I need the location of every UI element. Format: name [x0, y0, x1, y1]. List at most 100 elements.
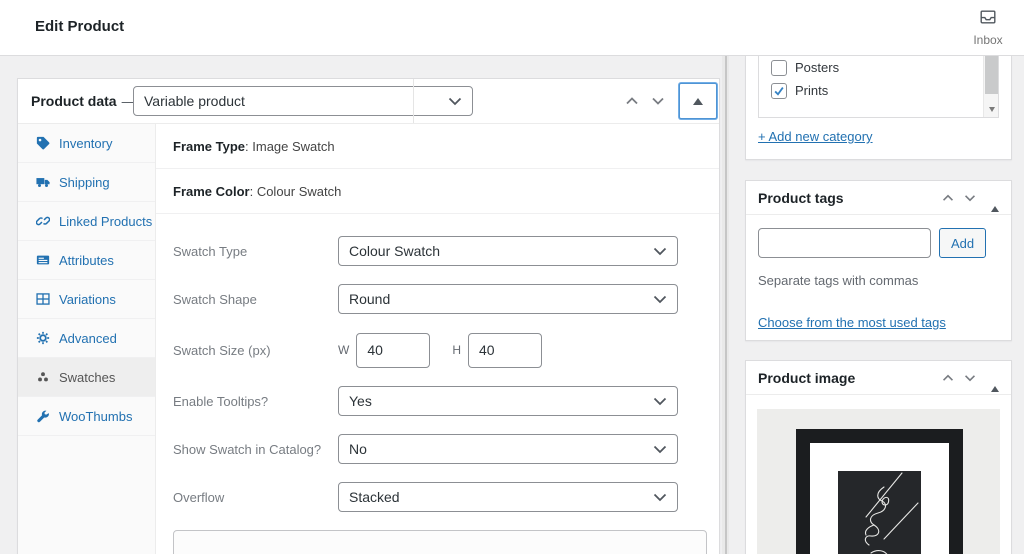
tab-label: Inventory — [59, 135, 113, 151]
category-label: Prints — [795, 83, 829, 98]
header-divider — [413, 79, 414, 123]
tab-label: Attributes — [59, 252, 114, 268]
gear-icon — [36, 331, 50, 345]
swatch-height-input[interactable] — [468, 332, 542, 368]
tab-linked-products[interactable]: Linked Products — [18, 202, 155, 241]
swatch-type-row: Swatch Type Colour Swatch — [173, 236, 719, 266]
attribute-name: Frame Type — [173, 139, 246, 154]
product-tags-header: Product tags — [746, 181, 1011, 215]
tab-label: Linked Products — [59, 213, 153, 229]
move-down-button[interactable] — [959, 367, 981, 389]
panel-controls — [937, 367, 999, 392]
show-swatch-catalog-value: No — [349, 441, 367, 457]
swatch-shape-value: Round — [349, 291, 391, 307]
move-down-button[interactable] — [645, 88, 671, 114]
tab-advanced[interactable]: Advanced — [18, 319, 155, 358]
product-data-header: Product data — Variable product — [18, 79, 719, 124]
show-swatch-catalog-label: Show Swatch in Catalog? — [173, 441, 322, 457]
checkbox-checked[interactable] — [771, 82, 787, 99]
product-categories-panel: Posters Prints + Add new category — [745, 56, 1012, 160]
tab-label: Swatches — [59, 369, 116, 385]
product-tags-title: Product tags — [758, 189, 844, 206]
enable-tooltips-value: Yes — [349, 393, 372, 409]
inbox-label: Inbox — [973, 33, 1003, 47]
add-tag-button[interactable]: Add — [939, 228, 987, 258]
collapse-panel-button[interactable] — [991, 188, 999, 212]
move-up-button[interactable] — [619, 88, 645, 114]
collapse-panel-button[interactable] — [679, 83, 717, 119]
category-scrollbar[interactable] — [983, 56, 998, 117]
swatches-form: Swatch Type Colour Swatch Swatch Shape R… — [156, 214, 719, 554]
column-divider — [722, 56, 729, 554]
collapse-panel-button[interactable] — [991, 368, 999, 392]
panel-controls — [937, 187, 999, 212]
tab-label: WooThumbs — [59, 408, 133, 424]
chevron-down-icon — [653, 393, 667, 409]
product-data-title: Product data — [31, 93, 117, 109]
height-letter: H — [452, 343, 461, 357]
width-letter: W — [338, 343, 350, 357]
overflow-select[interactable]: Stacked — [338, 482, 678, 512]
tag-input[interactable] — [758, 228, 931, 258]
tab-attributes[interactable]: Attributes — [18, 241, 155, 280]
chevron-down-icon — [653, 489, 667, 505]
swatch-shape-row: Swatch Shape Round — [173, 284, 719, 314]
inbox-button[interactable]: Inbox — [968, 8, 1008, 47]
chevron-down-icon — [653, 291, 667, 307]
product-data-panel: Product data — Variable product Inventor… — [17, 78, 720, 554]
category-label: Posters — [795, 60, 840, 75]
swatch-width-input[interactable] — [356, 332, 431, 368]
line-art-print — [838, 471, 921, 554]
tab-shipping[interactable]: Shipping — [18, 163, 155, 202]
swatch-size-label: Swatch Size (px) — [173, 342, 271, 358]
product-image-title: Product image — [758, 369, 856, 386]
product-data-header-controls — [619, 79, 717, 123]
attribute-summary-row: Frame Color: Colour Swatch — [156, 169, 719, 214]
card-icon — [36, 253, 50, 267]
add-new-category-link[interactable]: + Add new category — [758, 129, 873, 144]
product-image-thumbnail[interactable] — [757, 409, 1000, 554]
tab-label: Variations — [59, 291, 116, 307]
swatch-size-row: Swatch Size (px) W H — [173, 332, 719, 368]
swatch-type-select[interactable]: Colour Swatch — [338, 236, 678, 266]
overflow-label: Overflow — [173, 489, 225, 505]
tab-variations[interactable]: Variations — [18, 280, 155, 319]
category-item-prints[interactable]: Prints — [759, 79, 998, 102]
move-up-button[interactable] — [937, 367, 959, 389]
admin-page-body: Product data — Variable product Inventor… — [0, 56, 1024, 554]
move-up-button[interactable] — [937, 187, 959, 209]
show-swatch-catalog-select[interactable]: No — [338, 434, 678, 464]
tab-swatches[interactable]: Swatches — [18, 358, 155, 397]
scrollbar-thumb[interactable] — [985, 56, 998, 94]
triangle-down-icon — [988, 106, 995, 112]
product-type-select[interactable]: Variable product — [133, 86, 473, 116]
tab-label: Shipping — [59, 174, 110, 190]
overflow-value: Stacked — [349, 489, 400, 505]
truck-icon — [36, 175, 50, 189]
tab-inventory[interactable]: Inventory — [18, 124, 155, 163]
swatches-tab-content: Frame Type: Image Swatch Frame Color: Co… — [156, 124, 719, 554]
most-used-tags-link[interactable]: Choose from the most used tags — [758, 315, 946, 330]
attribute-value: Colour Swatch — [256, 184, 342, 199]
enable-tooltips-label: Enable Tooltips? — [173, 393, 269, 409]
swatch-shape-select[interactable]: Round — [338, 284, 678, 314]
wrench-icon — [36, 409, 50, 423]
product-image-header: Product image — [746, 361, 1011, 395]
swatch-type-value: Colour Swatch — [349, 243, 441, 259]
product-tags-body: Add Separate tags with commas Choose fro… — [746, 215, 1011, 332]
tab-label: Advanced — [59, 330, 117, 346]
checkbox-unchecked[interactable] — [771, 59, 787, 76]
category-item-posters[interactable]: Posters — [759, 56, 998, 79]
sidebar: Posters Prints + Add new category Produc… — [745, 56, 1012, 554]
move-down-button[interactable] — [959, 187, 981, 209]
enable-tooltips-select[interactable]: Yes — [338, 386, 678, 416]
tag-icon — [36, 136, 50, 150]
tab-woothumbs[interactable]: WooThumbs — [18, 397, 155, 436]
product-data-body: Inventory Shipping Linked Products Attri… — [18, 124, 719, 554]
chevron-down-icon — [653, 441, 667, 457]
attribute-value: Image Swatch — [252, 139, 335, 154]
swatch-shape-label: Swatch Shape — [173, 291, 257, 307]
category-list: Posters Prints — [758, 56, 999, 118]
scrollbar-down-button[interactable] — [984, 101, 998, 117]
grid-icon — [36, 292, 50, 306]
